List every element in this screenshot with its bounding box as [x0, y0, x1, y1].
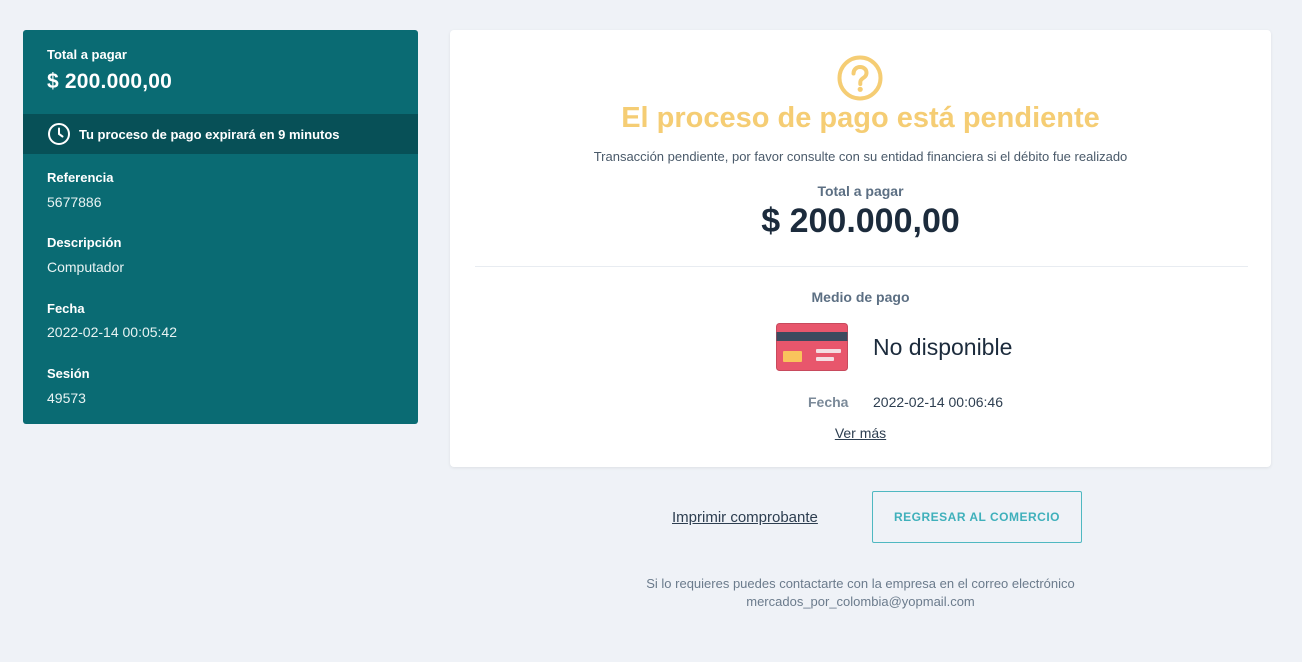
payment-method-label: Medio de pago	[811, 289, 910, 305]
description-label: Descripción	[47, 235, 122, 250]
total-amount: $ 200.000,00	[761, 202, 960, 240]
payment-status-card: El proceso de pago está pendiente Transa…	[450, 30, 1271, 467]
return-to-merchant-button[interactable]: REGRESAR AL COMERCIO	[872, 491, 1082, 543]
total-label: Total a pagar	[817, 183, 904, 199]
reference-label: Referencia	[47, 170, 114, 185]
clock-icon	[47, 122, 71, 146]
status-title: El proceso de pago está pendiente	[621, 102, 1100, 134]
expiration-timer-bar: Tu proceso de pago expirará en 9 minutos	[23, 114, 418, 154]
contact-info-text: Si lo requieres puedes contactarte con l…	[646, 576, 1075, 591]
session-label: Sesión	[47, 366, 90, 381]
see-more-link[interactable]: Ver más	[450, 425, 1271, 441]
credit-card-icon	[776, 323, 848, 371]
expiration-timer-text: Tu proceso de pago expirará en 9 minutos	[79, 126, 340, 142]
sidebar-total-label: Total a pagar	[47, 47, 127, 62]
status-subtitle: Transacción pendiente, por favor consult…	[593, 149, 1128, 164]
payment-date-value: 2022-02-14 00:06:46	[873, 394, 1003, 410]
divider	[475, 266, 1248, 267]
description-value: Computador	[47, 259, 125, 275]
contact-email: mercados_por_colombia@yopmail.com	[746, 594, 975, 609]
payment-date-label: Fecha	[808, 394, 849, 410]
date-label: Fecha	[47, 301, 85, 316]
payment-method-value: No disponible	[873, 334, 1013, 360]
sidebar-total-amount: $ 200.000,00	[47, 70, 173, 93]
payment-summary-sidebar: Total a pagar $ 200.000,00 Tu proceso de…	[23, 30, 418, 424]
print-receipt-link[interactable]: Imprimir comprobante	[672, 509, 818, 526]
session-value: 49573	[47, 390, 86, 406]
question-circle-icon	[836, 54, 884, 102]
date-value: 2022-02-14 00:05:42	[47, 324, 177, 340]
reference-value: 5677886	[47, 194, 102, 210]
